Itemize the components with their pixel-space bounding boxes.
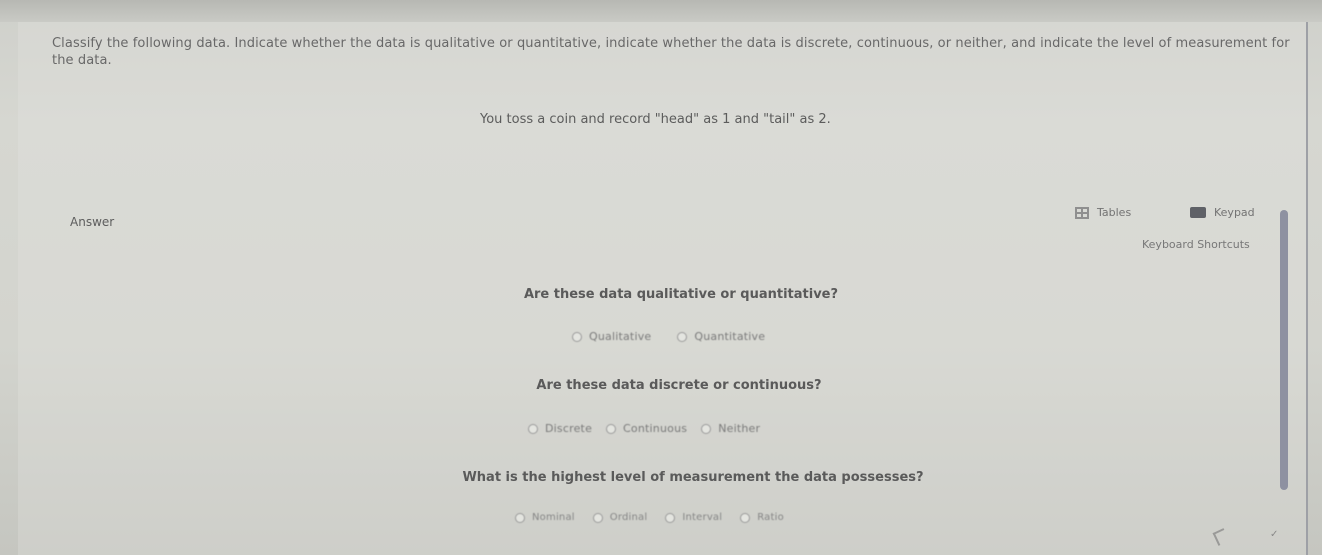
neither-option-label: Neither bbox=[718, 422, 761, 435]
interval-option[interactable]: Interval bbox=[665, 512, 722, 523]
tables-label: Tables bbox=[1097, 206, 1132, 219]
interval-option-label: Interval bbox=[682, 512, 723, 523]
continuous-option-label: Continuous bbox=[623, 422, 688, 435]
discrete-option[interactable]: Discrete bbox=[528, 422, 592, 435]
radio-icon[interactable] bbox=[701, 423, 712, 434]
neither-option[interactable]: Neither bbox=[701, 422, 760, 435]
radio-icon[interactable] bbox=[677, 331, 688, 342]
ratio-option-label: Ratio bbox=[757, 512, 784, 523]
radio-icon[interactable] bbox=[515, 512, 525, 523]
radio-icon[interactable] bbox=[740, 512, 751, 523]
quantitative-option-label: Quantitative bbox=[694, 330, 766, 343]
tables-button[interactable]: Tables bbox=[1075, 206, 1131, 219]
keypad-button[interactable]: Keypad bbox=[1190, 206, 1255, 219]
answer-label: Answer bbox=[70, 215, 115, 229]
nominal-option-label: Nominal bbox=[532, 512, 575, 523]
discrete-continuous-options: Discrete Continuous Neither bbox=[528, 422, 760, 435]
qualitative-option[interactable]: Qualitative bbox=[572, 330, 651, 343]
keyboard-shortcuts-link[interactable]: Keyboard Shortcuts bbox=[1142, 238, 1250, 251]
qualitative-quantitative-options: Qualitative Quantitative bbox=[572, 330, 765, 343]
radio-icon[interactable] bbox=[528, 423, 538, 434]
ordinal-option[interactable]: Ordinal bbox=[592, 512, 648, 523]
table-icon bbox=[1075, 206, 1089, 219]
assessment-page: Classify the following data. Indicate wh… bbox=[0, 0, 1322, 555]
keypad-icon bbox=[1190, 207, 1206, 218]
radio-icon[interactable] bbox=[572, 331, 582, 342]
quantitative-option[interactable]: Quantitative bbox=[677, 330, 765, 343]
keypad-label: Keypad bbox=[1214, 206, 1255, 219]
radio-icon[interactable] bbox=[592, 512, 603, 523]
continuous-option[interactable]: Continuous bbox=[606, 422, 687, 435]
ratio-option[interactable]: Ratio bbox=[740, 512, 784, 523]
ordinal-option-label: Ordinal bbox=[609, 512, 648, 523]
radio-icon[interactable] bbox=[665, 512, 676, 523]
data-scenario: You toss a coin and record "head" as 1 a… bbox=[480, 112, 831, 127]
discrete-option-label: Discrete bbox=[545, 422, 593, 435]
measurement-level-options: Nominal Ordinal Interval Ratio bbox=[515, 512, 784, 523]
qualitative-quantitative-prompt: Are these data qualitative or quantitati… bbox=[523, 287, 839, 302]
question-instructions: Classify the following data. Indicate wh… bbox=[52, 36, 1290, 68]
qualitative-option-label: Qualitative bbox=[589, 330, 652, 343]
vertical-scrollbar[interactable] bbox=[1280, 210, 1288, 490]
radio-icon[interactable] bbox=[606, 423, 617, 434]
top-browser-bar bbox=[0, 0, 1322, 22]
small-check-icon: ✓ bbox=[1270, 529, 1279, 540]
nominal-option[interactable]: Nominal bbox=[515, 512, 575, 523]
discrete-continuous-prompt: Are these data discrete or continuous? bbox=[536, 378, 822, 393]
measurement-level-prompt: What is the highest level of measurement… bbox=[462, 470, 924, 485]
